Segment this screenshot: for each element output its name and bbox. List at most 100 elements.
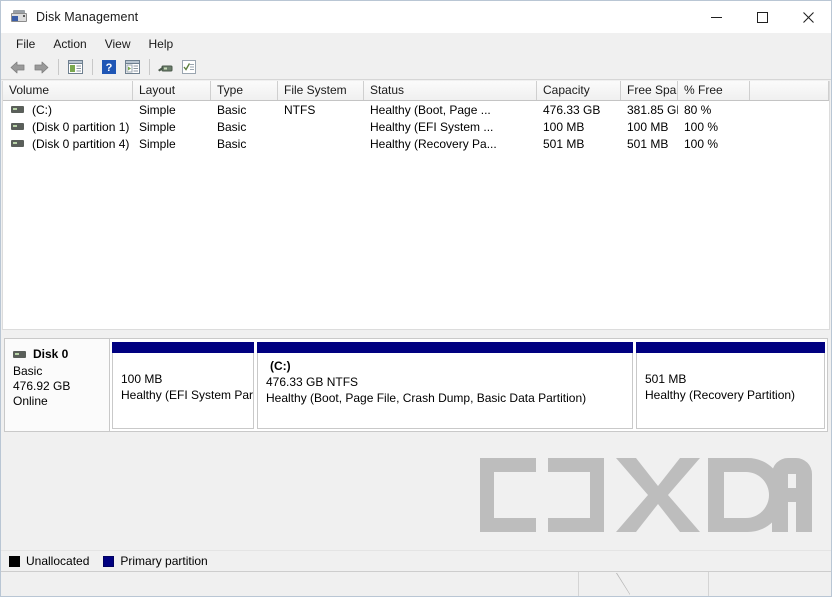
window-title: Disk Management [36,10,139,24]
disk-info-panel[interactable]: Disk 0 Basic 476.92 GB Online [5,339,110,431]
legend-swatch-primary-partition [103,555,115,567]
volume-drive-icon [11,140,24,147]
graphical-view-pane: Disk 0 Basic 476.92 GB Online 100 MB Hea… [2,336,830,550]
percent-free-cell: 100 % [684,136,719,151]
partition-size: 100 MB [121,372,163,386]
partition-block-recovery[interactable]: 501 MB Healthy (Recovery Partition) [636,342,825,429]
column-header-free-space[interactable]: Free Spa... [621,81,678,100]
status-panel-main [1,572,579,596]
partition-block-efi[interactable]: 100 MB Healthy (EFI System Par [112,342,254,429]
window-controls [693,1,831,33]
legend-label-unallocated: Unallocated [26,554,90,568]
toolbar-separator [58,59,59,75]
column-header-layout[interactable]: Layout [133,81,211,100]
menu-item-file[interactable]: File [7,35,44,53]
column-header-file-system[interactable]: File System [278,81,364,100]
volume-cell: (Disk 0 partition 4) [3,137,133,151]
layout-cell: Simple [139,102,176,117]
partition-details: 100 MB Healthy (EFI System Par [112,353,254,429]
disk-row-disk0: Disk 0 Basic 476.92 GB Online 100 MB Hea… [4,338,828,432]
layout-cell: Simple [139,119,176,134]
column-header-capacity[interactable]: Capacity [537,81,621,100]
menu-item-help[interactable]: Help [140,35,183,53]
partition-color-bar [112,342,254,353]
partition-color-bar [636,342,825,353]
help-icon[interactable]: ? [98,57,120,77]
disk-management-window: Disk Management File Action View Help ? … [0,0,832,597]
partition-details: (C:) 476.33 GB NTFS Healthy (Boot, Page … [257,353,633,429]
disk-size: 476.92 GB [13,379,71,393]
volume-cell: (Disk 0 partition 1) [3,120,133,134]
volume-name: (Disk 0 partition 4) [32,136,130,151]
disk-drive-icon [11,9,27,25]
show-hide-action-pane-icon[interactable] [121,57,143,77]
partition-color-bar [257,342,633,353]
capacity-cell: 501 MB [543,136,585,151]
percent-free-cell: 80 % [684,102,712,117]
xda-watermark [476,458,812,532]
legend-label-primary-partition: Primary partition [120,554,208,568]
type-cell: Basic [217,136,247,151]
disk-type: Basic [13,364,43,378]
volume-list-pane: Volume Layout Type File System Status Ca… [2,81,830,330]
partition-size: 501 MB [645,372,687,386]
column-header-status[interactable]: Status [364,81,537,100]
properties-icon[interactable] [178,57,200,77]
status-bar-notch-inner [617,573,630,594]
legend-item-unallocated: Unallocated [9,554,89,568]
table-row[interactable]: (Disk 0 partition 4) Simple Basic Health… [3,135,829,152]
file-system-cell: NTFS [284,102,316,117]
minimize-button[interactable] [693,1,739,33]
maximize-button[interactable] [739,1,785,33]
back-arrow-icon[interactable] [7,57,29,77]
rescan-disks-icon[interactable] [155,57,177,77]
status-cell: Healthy (Recovery Pa... [370,136,497,151]
menu-item-view[interactable]: View [96,35,140,53]
toolbar-separator [149,59,150,75]
title-bar: Disk Management [1,1,831,33]
partition-size: 476.33 GB NTFS [266,375,359,389]
partition-block-c[interactable]: (C:) 476.33 GB NTFS Healthy (Boot, Page … [257,342,633,429]
status-bar [1,571,831,596]
forward-arrow-icon[interactable] [30,57,52,77]
volume-list-header: Volume Layout Type File System Status Ca… [3,81,829,101]
partition-strip: 100 MB Healthy (EFI System Par (C:) 476.… [110,339,827,431]
show-hide-console-tree-icon[interactable] [64,57,86,77]
partition-status: Healthy (Recovery Partition) [645,388,796,402]
free-space-cell: 100 MB [627,119,669,134]
column-header-filler [750,81,829,100]
partition-status: Healthy (Boot, Page File, Crash Dump, Ba… [266,391,587,405]
volume-name: (Disk 0 partition 1) [32,119,130,134]
partition-details: 501 MB Healthy (Recovery Partition) [636,353,825,429]
column-header-type[interactable]: Type [211,81,278,100]
toolbar-separator [92,59,93,75]
disk-state: Online [13,394,48,408]
partition-status: Healthy (EFI System Par [121,388,254,402]
close-button[interactable] [785,1,831,33]
svg-text:?: ? [106,62,113,74]
percent-free-cell: 100 % [684,119,719,134]
volume-drive-icon [11,106,24,113]
volume-cell: (C:) [3,103,133,117]
type-cell: Basic [217,102,247,117]
menu-item-action[interactable]: Action [44,35,95,53]
free-space-cell: 381.85 GB [627,102,678,117]
table-row[interactable]: (C:) Simple Basic NTFS Healthy (Boot, Pa… [3,101,829,118]
partition-label: (C:) [270,359,291,373]
column-header-percent-free[interactable]: % Free [678,81,750,100]
status-panel-secondary [579,572,709,596]
legend-item-primary-partition: Primary partition [103,554,208,568]
free-space-cell: 501 MB [627,136,669,151]
volume-drive-icon [11,123,24,130]
volume-name: (C:) [32,102,52,117]
legend-bar: Unallocated Primary partition [1,550,831,571]
layout-cell: Simple [139,136,176,151]
disk-drive-icon [13,350,26,358]
status-cell: Healthy (Boot, Page ... [370,102,491,117]
legend-swatch-unallocated [9,555,20,567]
table-row[interactable]: (Disk 0 partition 1) Simple Basic Health… [3,118,829,135]
type-cell: Basic [217,119,247,134]
status-cell: Healthy (EFI System ... [370,119,494,134]
column-header-volume[interactable]: Volume [3,81,133,100]
disk-name: Disk 0 [33,347,69,361]
